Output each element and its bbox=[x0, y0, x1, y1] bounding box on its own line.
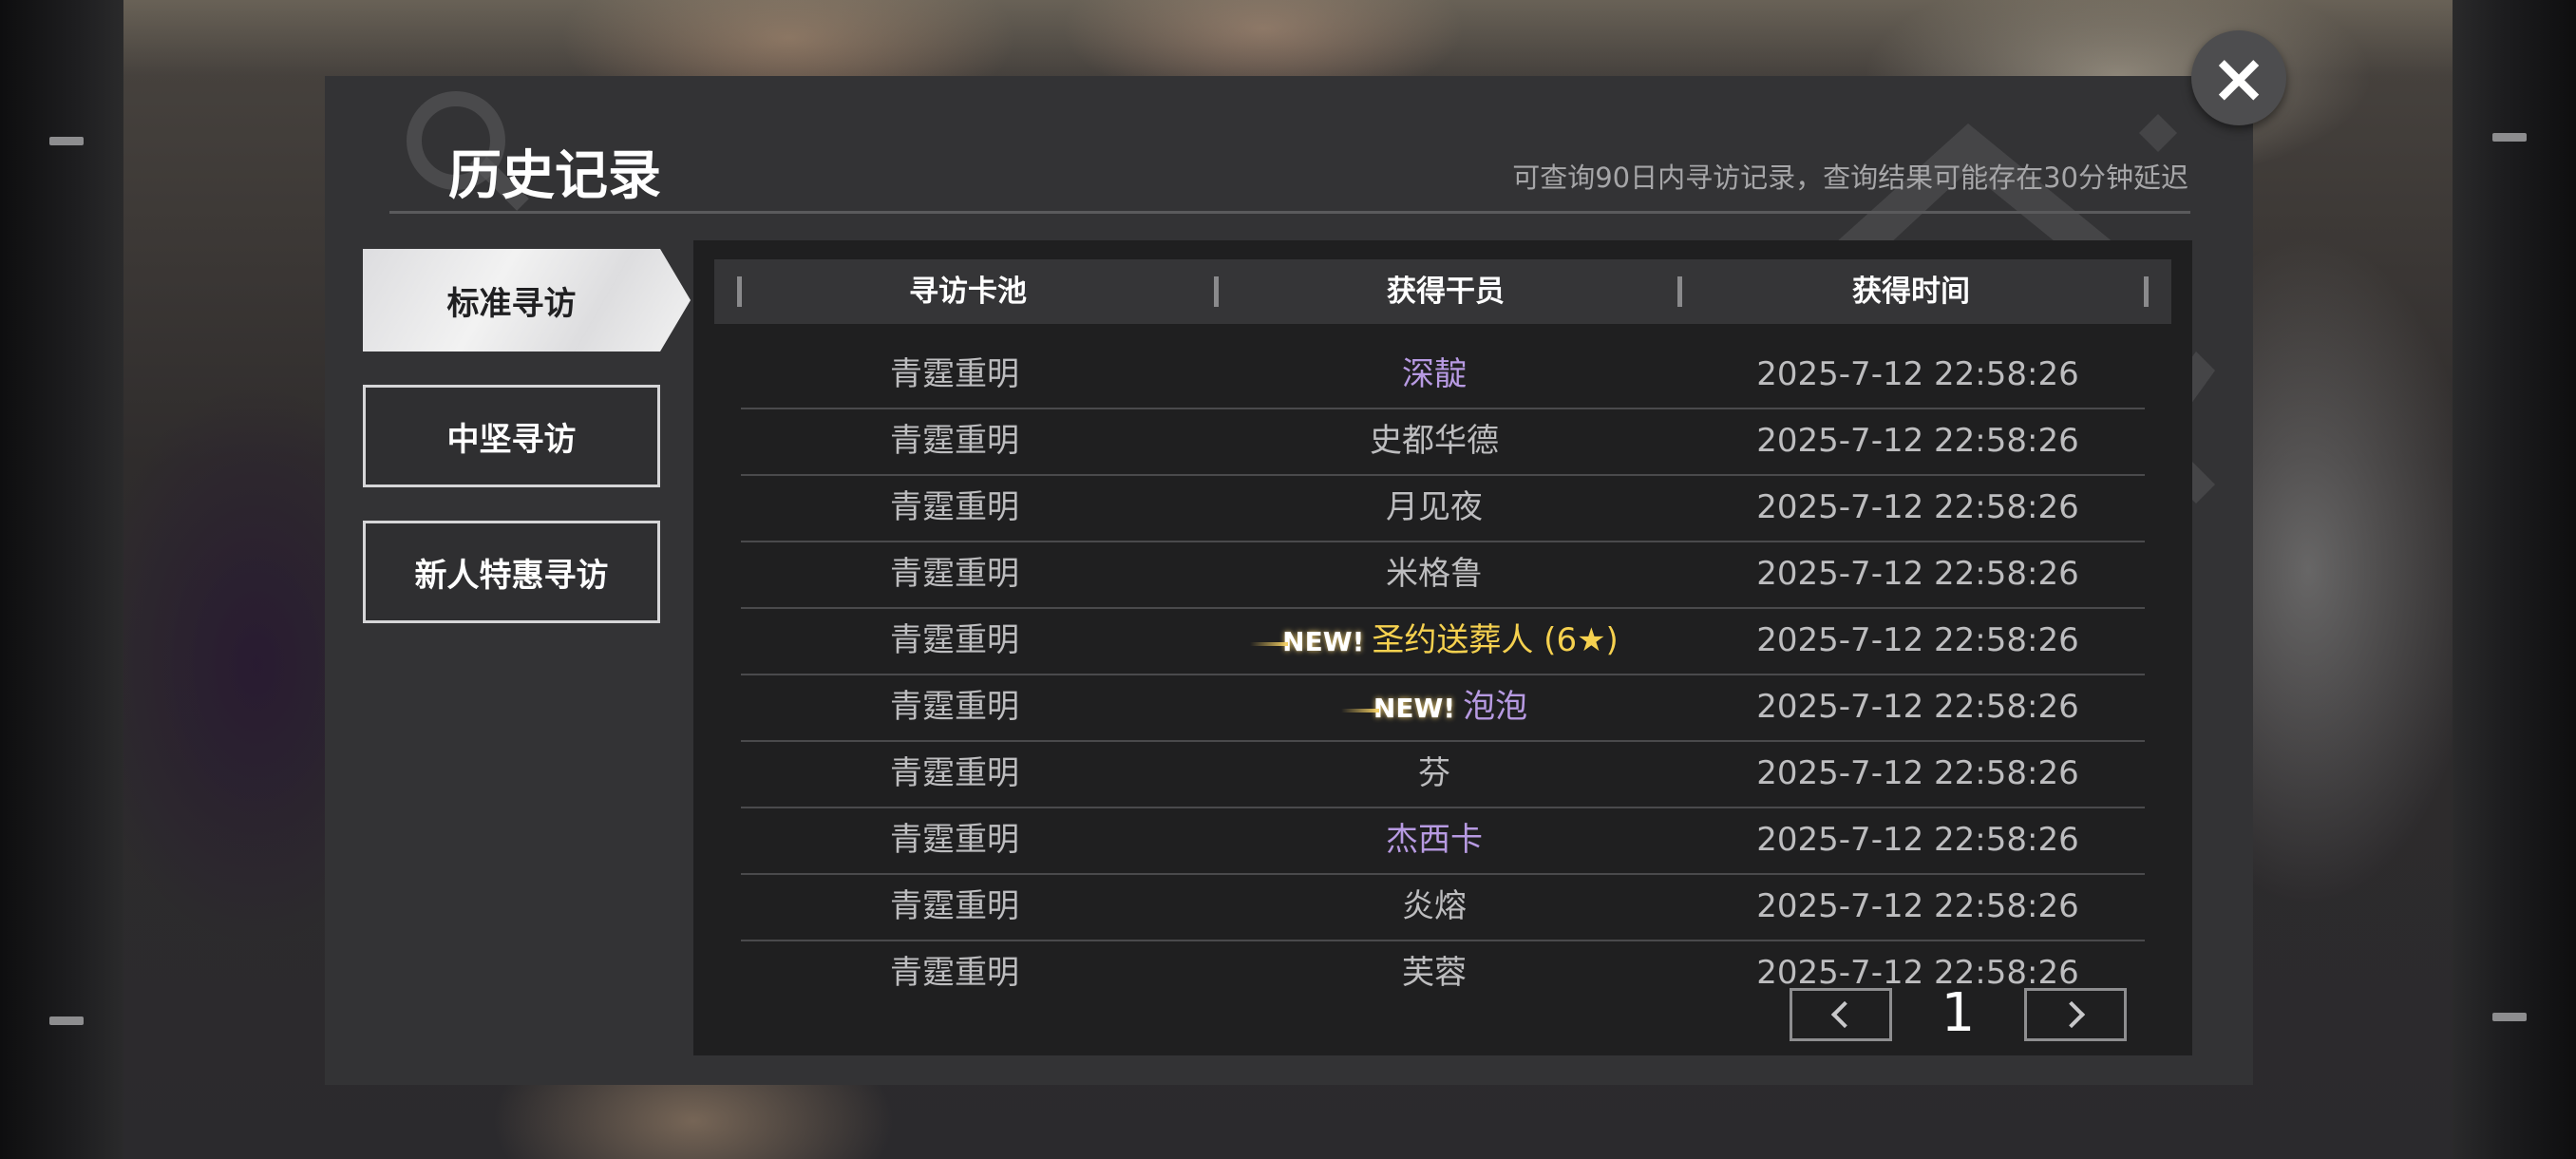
pool-cell: 青霆重明 bbox=[890, 954, 1019, 992]
film-mark bbox=[49, 137, 84, 145]
film-mark bbox=[2492, 1013, 2527, 1021]
table-row: 青霆重明 史都华德 2025-7-12 22:58:26 bbox=[741, 409, 2145, 476]
title-divider bbox=[389, 211, 2190, 214]
table-body: 青霆重明 深靛 2025-7-12 22:58:26 青霆重明 史都华德 202… bbox=[741, 343, 2145, 1006]
operator-cell: 米格鲁 bbox=[1386, 555, 1483, 593]
header-pool: 寻访卡池 bbox=[909, 275, 1027, 309]
tab-label: 标准寻访 bbox=[446, 284, 577, 323]
operator-cell: 芙蓉 bbox=[1402, 954, 1467, 992]
film-mark bbox=[2492, 133, 2527, 142]
operator-cell: 史都华德 bbox=[1370, 422, 1499, 460]
time-cell: 2025-7-12 22:58:26 bbox=[1756, 688, 2079, 726]
tab-label: 新人特惠寻访 bbox=[414, 556, 609, 595]
operator-cell: 月见夜 bbox=[1386, 488, 1483, 526]
film-strip-right bbox=[2453, 0, 2576, 1159]
prev-page-button[interactable] bbox=[1790, 988, 1892, 1041]
time-cell: 2025-7-12 22:58:26 bbox=[1756, 621, 2079, 659]
pool-cell: 青霆重明 bbox=[890, 887, 1019, 925]
time-cell: 2025-7-12 22:58:26 bbox=[1756, 488, 2079, 526]
pool-cell: 青霆重明 bbox=[890, 688, 1019, 726]
operator-cell: 炎熔 bbox=[1402, 887, 1467, 925]
pool-cell: 青霆重明 bbox=[890, 621, 1019, 659]
operator-cell: NEW! 圣约送葬人 (6★) bbox=[1187, 609, 1681, 672]
time-cell: 2025-7-12 22:58:26 bbox=[1756, 887, 2079, 925]
table-row: 青霆重明 米格鲁 2025-7-12 22:58:26 bbox=[741, 542, 2145, 609]
table-row: 青霆重明 深靛 2025-7-12 22:58:26 bbox=[741, 343, 2145, 409]
close-button[interactable]: × bbox=[2191, 30, 2286, 125]
tab-standard-headhunting[interactable]: 标准寻访 bbox=[363, 249, 691, 352]
table-row: 青霆重明 杰西卡 2025-7-12 22:58:26 bbox=[741, 808, 2145, 875]
film-mark bbox=[49, 1016, 84, 1025]
operator-cell: 杰西卡 bbox=[1386, 821, 1483, 859]
time-cell: 2025-7-12 22:58:26 bbox=[1756, 555, 2079, 593]
time-cell: 2025-7-12 22:58:26 bbox=[1756, 821, 2079, 859]
chevron-right-icon bbox=[2057, 1000, 2086, 1029]
time-cell: 2025-7-12 22:58:26 bbox=[1756, 754, 2079, 792]
operator-cell: 芬 bbox=[1418, 754, 1450, 792]
next-page-button[interactable] bbox=[2024, 988, 2127, 1041]
table-row: 青霆重明 炎熔 2025-7-12 22:58:26 bbox=[741, 875, 2145, 941]
chevron-left-icon bbox=[1830, 1000, 1859, 1029]
table-row: 青霆重明 月见夜 2025-7-12 22:58:26 bbox=[741, 476, 2145, 542]
table-row: 青霆重明 芬 2025-7-12 22:58:26 bbox=[741, 742, 2145, 808]
tab-core-headhunting[interactable]: 中坚寻访 bbox=[363, 385, 660, 487]
pool-cell: 青霆重明 bbox=[890, 355, 1019, 393]
time-cell: 2025-7-12 22:58:26 bbox=[1756, 355, 2079, 393]
table-header: 寻访卡池 获得干员 获得时间 bbox=[714, 259, 2171, 324]
tab-newbie-headhunting[interactable]: 新人特惠寻访 bbox=[363, 521, 660, 623]
pool-cell: 青霆重明 bbox=[890, 422, 1019, 460]
pool-cell: 青霆重明 bbox=[890, 488, 1019, 526]
close-icon: × bbox=[2209, 38, 2268, 118]
operator-name: 泡泡 bbox=[1463, 688, 1528, 726]
pool-cell: 青霆重明 bbox=[890, 754, 1019, 792]
header-time: 获得时间 bbox=[1852, 275, 1970, 309]
query-hint: 可查询90日内寻访记录，查询结果可能存在30分钟延迟 bbox=[1512, 162, 2188, 194]
table-row: 青霆重明 NEW! 泡泡 2025-7-12 22:58:26 bbox=[741, 675, 2145, 742]
new-badge: NEW! bbox=[1340, 677, 1455, 740]
time-cell: 2025-7-12 22:58:26 bbox=[1756, 422, 2079, 460]
header-separator bbox=[2144, 276, 2149, 307]
pool-cell: 青霆重明 bbox=[890, 555, 1019, 593]
background-top-strip bbox=[123, 0, 2453, 76]
operator-name: 圣约送葬人 (6★) bbox=[1372, 621, 1619, 659]
new-badge: NEW! bbox=[1250, 611, 1364, 674]
operator-cell: 深靛 bbox=[1402, 355, 1467, 393]
film-strip-left bbox=[0, 0, 123, 1159]
pool-cell: 青霆重明 bbox=[890, 821, 1019, 859]
operator-cell: NEW! 泡泡 bbox=[1187, 675, 1681, 738]
tab-label: 中坚寻访 bbox=[446, 420, 577, 459]
page-title: 历史记录 bbox=[448, 145, 661, 207]
header-operator: 获得干员 bbox=[1387, 275, 1505, 309]
table-row: 青霆重明 NEW! 圣约送葬人 (6★) 2025-7-12 22:58:26 bbox=[741, 609, 2145, 675]
history-table: 寻访卡池 获得干员 获得时间 青霆重明 深靛 2025-7-12 22:58:2… bbox=[693, 240, 2192, 1055]
page-number: 1 bbox=[1941, 982, 1976, 1044]
